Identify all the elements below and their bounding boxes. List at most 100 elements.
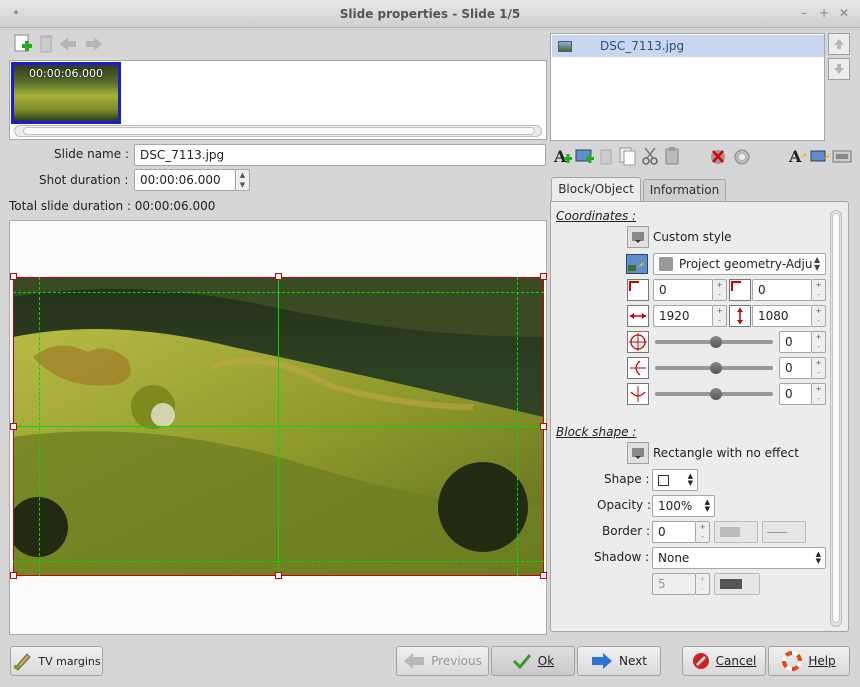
height-stepper[interactable]: + -: [812, 305, 826, 327]
tv-margins-button[interactable]: TV margins: [10, 646, 103, 676]
border-color-select: [714, 521, 758, 543]
shadow-value: None: [658, 551, 690, 565]
next-button[interactable]: Next: [577, 646, 661, 676]
list-item[interactable]: DSC_7113.jpg: [552, 35, 824, 57]
tab-block-object[interactable]: Block/Object: [551, 177, 641, 202]
rotate-y-input[interactable]: 0: [779, 383, 812, 405]
shape-select[interactable]: ▲ ▼: [652, 469, 698, 491]
border-label: Border :: [602, 524, 651, 538]
style-menu-button[interactable]: [627, 226, 649, 248]
move-down-button[interactable]: [828, 58, 850, 80]
text-style-icon[interactable]: A: [788, 146, 808, 166]
arrow-left-icon[interactable]: [58, 34, 78, 54]
help-button[interactable]: Help: [768, 646, 850, 676]
rotate-y-stepper[interactable]: + -: [812, 383, 826, 405]
slider-knob[interactable]: [710, 362, 722, 374]
tv-margins-icon: [14, 653, 32, 671]
ok-button[interactable]: Ok: [491, 646, 575, 676]
remove-effects-icon[interactable]: [708, 146, 728, 166]
shape-style-menu-button[interactable]: [627, 442, 649, 464]
resize-handle-t[interactable]: [275, 273, 282, 280]
rotate-y-slider[interactable]: [655, 388, 773, 400]
geometry-icon: [626, 254, 648, 274]
slide-name-input[interactable]: DSC_7113.jpg: [134, 144, 546, 166]
coordinates-heading: Coordinates :: [556, 209, 637, 223]
style-toolbar: A: [788, 146, 852, 166]
shot-duration-stepper[interactable]: ▲ ▼: [236, 169, 250, 191]
copy-icon[interactable]: [618, 146, 638, 166]
shape-label: Shape :: [604, 472, 650, 486]
paste-icon[interactable]: [662, 146, 682, 166]
border-style-select: [762, 521, 806, 543]
rotate-z-stepper[interactable]: + -: [812, 331, 826, 353]
height-input[interactable]: 1080: [752, 305, 812, 327]
width-stepper[interactable]: + -: [713, 305, 727, 327]
height-icon: [729, 305, 751, 327]
resize-handle-l[interactable]: [10, 423, 17, 430]
window-menu-icon[interactable]: •: [8, 5, 24, 21]
shot-thumbnail[interactable]: 00:00:06.000: [11, 62, 121, 124]
border-stepper[interactable]: + -: [696, 521, 710, 543]
delete-block-icon[interactable]: [596, 146, 616, 166]
coordinates-style-label: Custom style: [653, 230, 732, 244]
resize-handle-r[interactable]: [540, 423, 547, 430]
opacity-label: Opacity :: [597, 498, 652, 512]
position-x-stepper[interactable]: + -: [713, 279, 727, 301]
resize-handle-br[interactable]: [540, 572, 547, 579]
resize-handle-b[interactable]: [275, 572, 282, 579]
preview-canvas[interactable]: [9, 220, 547, 635]
thumbnail-scrollbar[interactable]: [14, 125, 542, 137]
rotate-x-stepper[interactable]: + -: [812, 357, 826, 379]
opacity-select[interactable]: 100% ▲ ▼: [652, 495, 715, 517]
width-input[interactable]: 1920: [653, 305, 713, 327]
chevron-updown-icon: ▲ ▼: [814, 255, 821, 272]
tab-information[interactable]: Information: [643, 179, 726, 202]
cancel-button[interactable]: Cancel: [682, 646, 766, 676]
rotate-x-input[interactable]: 0: [779, 357, 812, 379]
panel-scrollbar[interactable]: [830, 210, 842, 627]
ok-label: Ok: [537, 654, 555, 668]
rotate-x-slider[interactable]: [655, 362, 773, 374]
tab-label: Information: [649, 183, 720, 197]
geometry-select[interactable]: Project geometry-Adju: [653, 253, 826, 275]
rotate-z-slider[interactable]: [655, 336, 773, 348]
next-arrow-icon: [592, 653, 613, 669]
image-file-icon: [558, 40, 572, 52]
move-up-button[interactable]: [828, 33, 850, 55]
delete-shot-icon[interactable]: [36, 34, 56, 54]
rotate-z-icon: [627, 331, 649, 353]
cut-icon[interactable]: [640, 146, 660, 166]
image-style-icon[interactable]: [810, 146, 830, 166]
arrow-right-icon[interactable]: [84, 34, 104, 54]
rotate-z-input[interactable]: 0: [779, 331, 812, 353]
next-label: Next: [619, 654, 647, 668]
add-text-icon[interactable]: A: [552, 146, 572, 166]
thumbnail-time: 00:00:06.000: [29, 67, 103, 80]
width-icon: [627, 305, 649, 327]
previous-button[interactable]: Previous: [396, 646, 489, 676]
resize-handle-tr[interactable]: [540, 273, 547, 280]
shadow-distance-input: 5: [652, 573, 696, 595]
minimize-icon[interactable]: –: [796, 5, 812, 21]
tv-margins-label: TV margins: [38, 654, 101, 668]
add-image-icon[interactable]: [574, 146, 594, 166]
add-shot-icon[interactable]: [13, 34, 33, 54]
border-input[interactable]: 0: [652, 521, 696, 543]
shadow-color-select: [714, 573, 760, 595]
position-y-input[interactable]: 0: [752, 279, 812, 301]
shot-duration-label: Shot duration :: [39, 173, 129, 187]
resize-handle-bl[interactable]: [10, 572, 17, 579]
object-list: DSC_7113.jpg: [550, 33, 825, 141]
slider-knob[interactable]: [710, 336, 722, 348]
maximize-icon[interactable]: +: [816, 5, 832, 21]
shadow-select[interactable]: None ▲ ▼: [652, 547, 826, 569]
position-x-input[interactable]: 0: [653, 279, 713, 301]
shot-duration-input[interactable]: 00:00:06.000: [134, 169, 236, 191]
film-icon[interactable]: [832, 146, 852, 166]
slider-knob[interactable]: [710, 388, 722, 400]
position-y-stepper[interactable]: + -: [812, 279, 826, 301]
chevron-updown-icon: ▲ ▼: [704, 498, 710, 513]
resize-handle-tl[interactable]: [10, 273, 17, 280]
close-icon[interactable]: ✕: [836, 5, 852, 21]
camera-icon[interactable]: [732, 146, 752, 166]
